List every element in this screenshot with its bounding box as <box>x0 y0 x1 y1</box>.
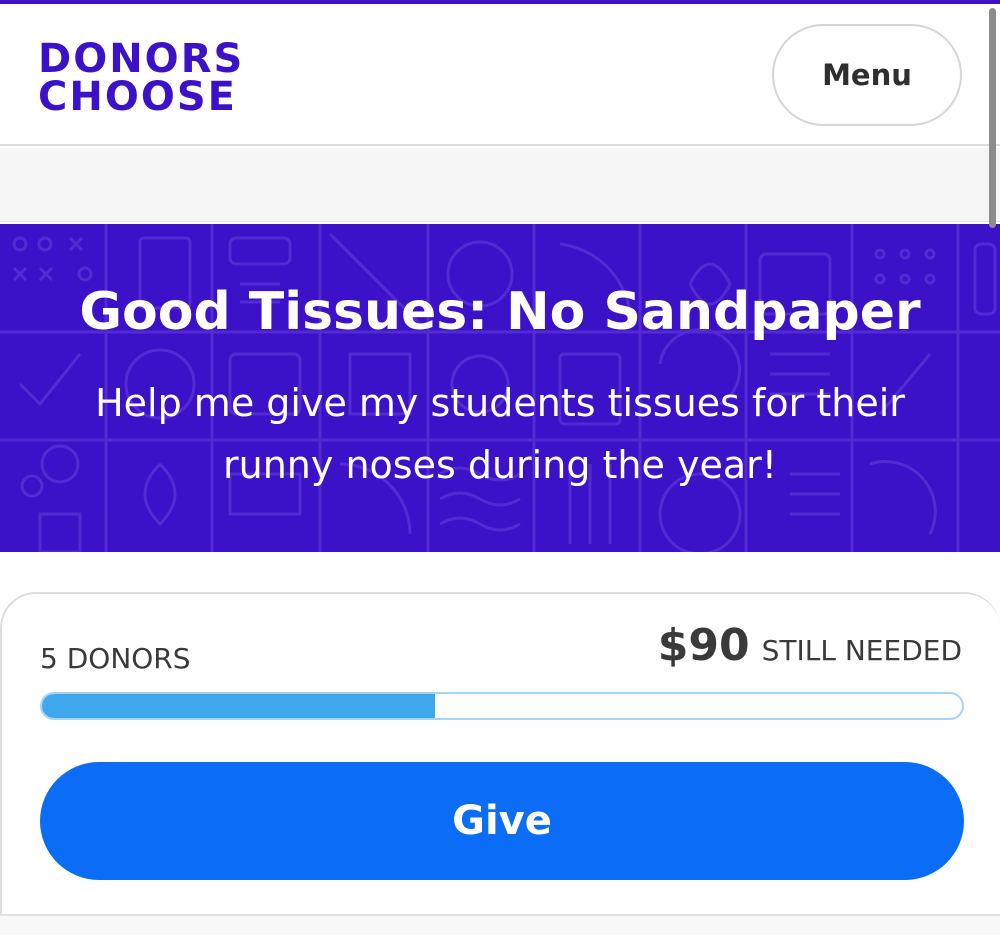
still-needed: $90 STILL NEEDED <box>658 620 962 671</box>
page-scrollbar[interactable] <box>989 8 996 228</box>
funding-progress-fill <box>42 694 435 718</box>
donorschoose-logo[interactable]: DONORS CHOOSE <box>38 36 268 120</box>
menu-button[interactable]: Menu <box>772 24 962 126</box>
donor-count: 5 DONORS <box>40 642 191 675</box>
logo-line-2: CHOOSE <box>38 74 237 120</box>
still-needed-label: STILL NEEDED <box>761 634 962 667</box>
still-needed-amount: $90 <box>657 620 750 671</box>
site-header: DONORS CHOOSE Menu <box>0 4 1000 146</box>
project-title: Good Tissues: No Sandpaper <box>79 282 921 342</box>
project-subtitle: Help me give my students tissues for the… <box>95 381 905 487</box>
donation-card: 5 DONORS $90 STILL NEEDED Give <box>0 592 1000 916</box>
project-hero: Good Tissues: No Sandpaper Help me give … <box>0 224 1000 552</box>
funding-progress-bar <box>40 692 964 720</box>
logo-line-1: DONORS <box>38 36 245 82</box>
header-spacer-strip <box>0 148 1000 222</box>
give-button[interactable]: Give <box>40 762 964 880</box>
next-section-edge <box>0 916 1000 935</box>
